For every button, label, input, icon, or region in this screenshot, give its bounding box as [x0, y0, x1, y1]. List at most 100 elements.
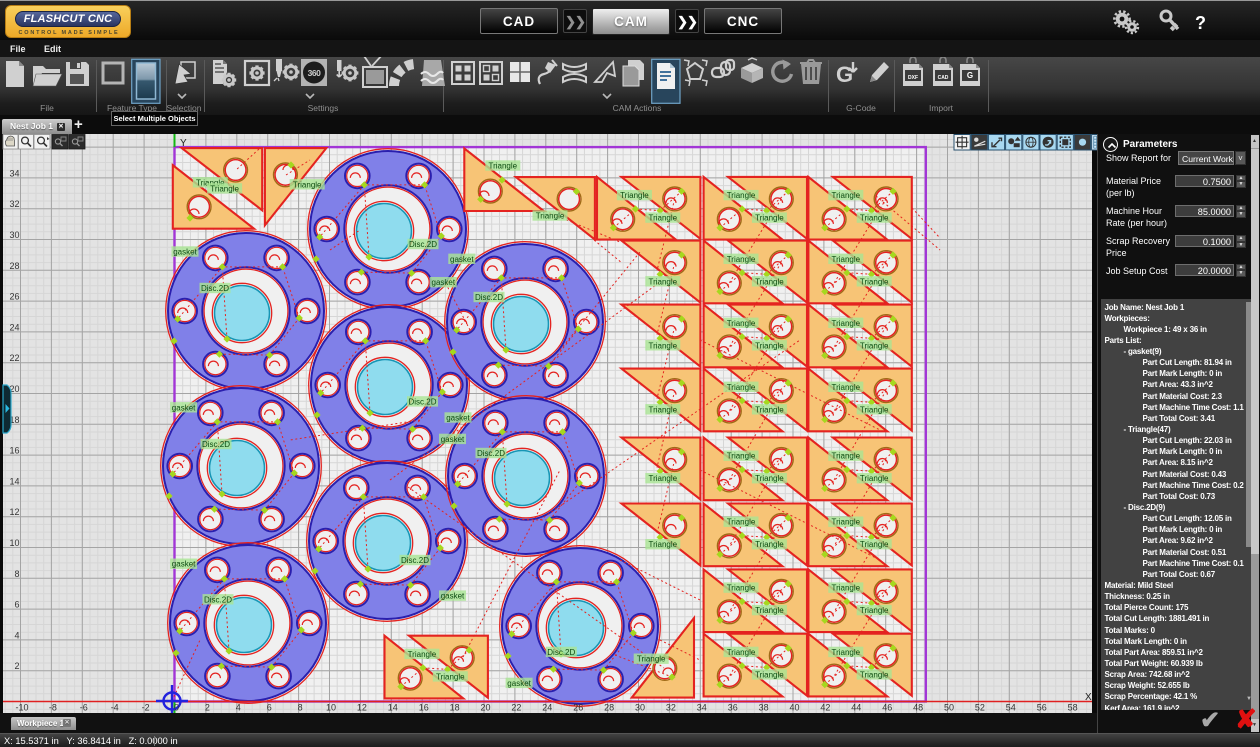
svg-text:Triangle: Triangle [727, 452, 756, 461]
svg-text:4: 4 [236, 703, 241, 713]
svg-text:gasket: gasket [173, 248, 197, 257]
svg-text:Triangle: Triangle [831, 191, 860, 200]
svg-text:Triangle: Triangle [727, 648, 756, 657]
svg-text:8: 8 [298, 703, 303, 713]
svg-text:Triangle: Triangle [727, 383, 756, 392]
svg-text:20: 20 [480, 703, 490, 713]
svg-text:18: 18 [450, 703, 460, 713]
svg-text:Triangle: Triangle [436, 672, 465, 681]
svg-text:Triangle: Triangle [831, 319, 860, 328]
svg-text:44: 44 [851, 703, 861, 713]
svg-text:Triangle: Triangle [860, 341, 889, 350]
svg-text:gasket: gasket [172, 560, 196, 569]
svg-text:Triangle: Triangle [727, 518, 756, 527]
svg-text:Triangle: Triangle [648, 341, 677, 350]
svg-text:32: 32 [666, 703, 676, 713]
svg-text:24: 24 [542, 703, 552, 713]
svg-text:46: 46 [882, 703, 892, 713]
svg-text:6: 6 [267, 703, 272, 713]
svg-text:2: 2 [205, 703, 210, 713]
svg-text:Disc.2D: Disc.2D [477, 449, 505, 458]
svg-text:Triangle: Triangle [727, 255, 756, 264]
svg-text:-10: -10 [15, 703, 28, 713]
svg-text:Triangle: Triangle [408, 650, 437, 659]
svg-text:Triangle: Triangle [860, 540, 889, 549]
svg-text:Triangle: Triangle [648, 405, 677, 414]
svg-text:Triangle: Triangle [727, 319, 756, 328]
svg-text:Triangle: Triangle [755, 474, 784, 483]
svg-text:Disc.2D: Disc.2D [202, 440, 230, 449]
svg-text:Disc.2D: Disc.2D [409, 240, 437, 249]
svg-text:56: 56 [1037, 703, 1047, 713]
svg-text:Disc.2D: Disc.2D [475, 293, 503, 302]
svg-text:Triangle: Triangle [637, 655, 666, 664]
svg-text:-6: -6 [80, 703, 88, 713]
svg-text:32: 32 [9, 199, 19, 209]
svg-text:54: 54 [1006, 703, 1016, 713]
svg-text:10: 10 [326, 703, 336, 713]
svg-text:G: G [967, 71, 973, 80]
svg-text:Triangle: Triangle [648, 277, 677, 286]
svg-text:Triangle: Triangle [620, 191, 649, 200]
svg-text:30: 30 [9, 230, 19, 240]
svg-text:Triangle: Triangle [860, 405, 889, 414]
svg-text:12: 12 [9, 507, 19, 517]
svg-text:26: 26 [573, 703, 583, 713]
svg-text:Triangle: Triangle [755, 214, 784, 223]
svg-text:0: 0 [174, 703, 179, 713]
svg-text:34: 34 [9, 168, 19, 178]
svg-text:Triangle: Triangle [755, 277, 784, 286]
svg-text:4: 4 [14, 630, 19, 640]
svg-text:gasket: gasket [441, 435, 465, 444]
svg-text:Triangle: Triangle [210, 184, 239, 193]
svg-text:Disc.2D: Disc.2D [408, 397, 436, 406]
svg-text:Disc.2D: Disc.2D [547, 648, 575, 657]
svg-text:gasket: gasket [446, 414, 470, 423]
svg-text:42: 42 [820, 703, 830, 713]
svg-text:Triangle: Triangle [727, 191, 756, 200]
svg-text:Triangle: Triangle [831, 648, 860, 657]
svg-text:G: G [836, 62, 853, 87]
svg-text:Triangle: Triangle [755, 341, 784, 350]
svg-text:CAD: CAD [938, 75, 949, 81]
svg-text:gasket: gasket [507, 679, 531, 688]
svg-text:8: 8 [14, 569, 19, 579]
svg-text:50: 50 [944, 703, 954, 713]
svg-text:Triangle: Triangle [648, 474, 677, 483]
svg-text:58: 58 [1068, 703, 1078, 713]
svg-text:Triangle: Triangle [755, 606, 784, 615]
svg-text:24: 24 [9, 322, 19, 332]
svg-text:38: 38 [759, 703, 769, 713]
svg-text:Triangle: Triangle [860, 277, 889, 286]
svg-text:16: 16 [419, 703, 429, 713]
svg-text:10: 10 [9, 538, 19, 548]
svg-text:gasket: gasket [172, 403, 196, 412]
svg-text:12: 12 [357, 703, 367, 713]
svg-text:Triangle: Triangle [831, 383, 860, 392]
svg-text:-4: -4 [111, 703, 119, 713]
svg-text:-8: -8 [49, 703, 57, 713]
svg-text:40: 40 [789, 703, 799, 713]
svg-text:Triangle: Triangle [727, 584, 756, 593]
svg-text:Triangle: Triangle [648, 214, 677, 223]
svg-text:30: 30 [635, 703, 645, 713]
svg-text:14: 14 [9, 476, 19, 486]
svg-text:Y: Y [180, 138, 187, 149]
svg-text:Triangle: Triangle [860, 670, 889, 679]
svg-text:48: 48 [913, 703, 923, 713]
svg-text:52: 52 [975, 703, 985, 713]
svg-text:16: 16 [9, 446, 19, 456]
svg-text:Triangle: Triangle [860, 214, 889, 223]
svg-text:34: 34 [697, 703, 707, 713]
svg-text:Triangle: Triangle [831, 255, 860, 264]
svg-text:Triangle: Triangle [755, 540, 784, 549]
svg-text:26: 26 [9, 292, 19, 302]
svg-text:28: 28 [9, 261, 19, 271]
svg-text:Triangle: Triangle [755, 405, 784, 414]
svg-text:DXF: DXF [908, 75, 918, 81]
svg-text:Disc.2D: Disc.2D [401, 556, 429, 565]
svg-text:gasket: gasket [450, 255, 474, 264]
svg-text:?: ? [1195, 13, 1206, 33]
svg-text:360: 360 [308, 68, 321, 78]
svg-text:X: X [1085, 692, 1092, 703]
